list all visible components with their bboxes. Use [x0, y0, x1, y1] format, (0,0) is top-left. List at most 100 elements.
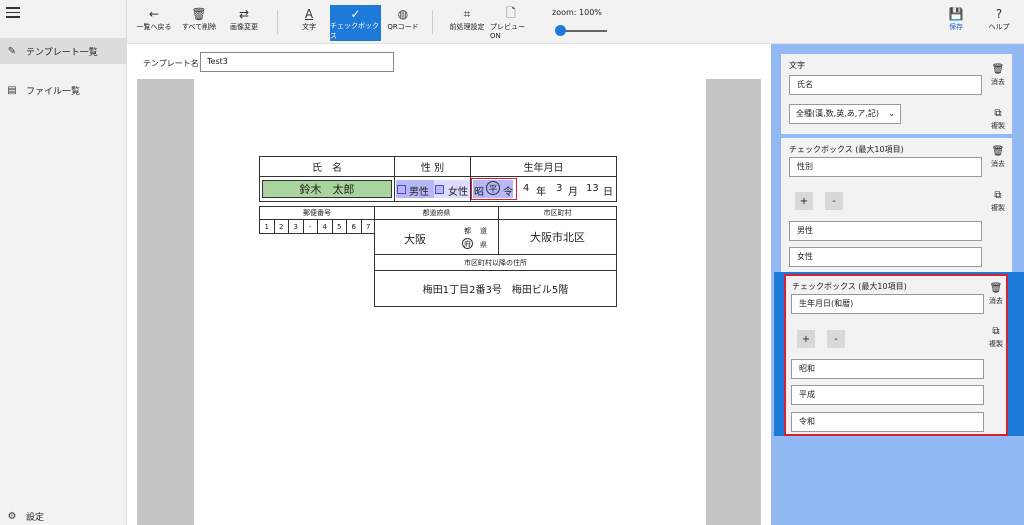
- change-image-button[interactable]: ⇄ 画像変更: [224, 6, 264, 40]
- crop-icon: ⌗: [463, 6, 471, 21]
- postal-digit-box: 1: [259, 219, 275, 234]
- properties-panel: 文字 氏名 全種(漢,数,英,あ,ア,記) ⌄ 🗑 消去 ⧉ 複製 チェックボックス…: [771, 44, 1024, 525]
- template-name-input[interactable]: Test3: [200, 52, 394, 72]
- nav-item-label: 設定: [26, 512, 45, 523]
- save-button[interactable]: 💾 保存: [945, 6, 967, 40]
- text-field-card[interactable]: 文字 氏名 全種(漢,数,英,あ,ア,記) ⌄ 🗑 消去 ⧉ 複製: [781, 54, 1012, 134]
- remove-item-button[interactable]: -: [827, 330, 845, 348]
- trash-icon: 🗑: [991, 146, 1005, 157]
- chevron-down-icon: ⌄: [888, 109, 895, 118]
- nav-item-label: テンプレート一覧: [26, 47, 98, 58]
- save-icon: 💾: [948, 7, 964, 21]
- suffix-ken: 県: [480, 241, 487, 249]
- postal-digit-box: 5: [331, 219, 347, 234]
- arrow-left-icon: ←: [148, 7, 160, 21]
- preprocess-button[interactable]: ⌗ 前処理設定: [445, 6, 489, 40]
- birth-month: 3: [556, 183, 563, 194]
- header-city: 市区町村: [498, 206, 617, 220]
- delete-button[interactable]: 🗑 消去: [986, 64, 1010, 87]
- delete-button[interactable]: 🗑 消去: [984, 283, 1008, 306]
- copy-icon: ⧉: [994, 108, 1002, 119]
- form-page[interactable]: 氏 名 性 別 生年月日 鈴木 太郎 男性 女性 昭 平 令 4 年 3 月 1…: [194, 79, 706, 525]
- suffix-to: 都: [464, 227, 471, 235]
- copy-button[interactable]: ⧉ 複製: [984, 326, 1008, 349]
- preview-button[interactable]: 🗋 プレビューON: [490, 6, 532, 41]
- day-unit: 日: [603, 187, 613, 198]
- era-heisei-circled: 平: [486, 181, 500, 195]
- header-postal: 郵便番号: [259, 206, 375, 220]
- postal-digit-box: -: [302, 219, 318, 234]
- header-address: 市区町村以降の住所: [374, 254, 617, 271]
- nav-item-template-list[interactable]: ✎ テンプレート一覧: [0, 38, 127, 64]
- swap-icon: ⇄: [238, 7, 250, 21]
- copy-button[interactable]: ⧉ 複製: [986, 108, 1010, 131]
- name-field-value[interactable]: 鈴木 太郎: [262, 180, 392, 198]
- header-pref: 都道府県: [374, 206, 499, 220]
- birth-day: 13: [586, 183, 599, 194]
- zoom-slider-thumb[interactable]: [555, 25, 566, 36]
- male-label: 男性: [409, 187, 429, 198]
- add-item-button[interactable]: +: [795, 192, 813, 210]
- template-name-label: テンプレート名：: [143, 59, 207, 68]
- header-name: 氏 名: [259, 156, 395, 177]
- back-button[interactable]: ← 一覧へ戻る: [135, 6, 173, 40]
- template-list-icon: ✎: [7, 45, 17, 57]
- add-item-button[interactable]: +: [797, 330, 815, 348]
- zoom-slider-track[interactable]: [559, 30, 607, 32]
- checkbox-tool-button[interactable]: ✓ チェックボックス: [330, 5, 381, 41]
- city-value: 大阪市北区: [498, 219, 617, 255]
- help-icon: ?: [995, 7, 1003, 21]
- copy-icon: ⧉: [994, 190, 1002, 201]
- address-value: 梅田1丁目2番3号 梅田ビル5階: [374, 270, 617, 307]
- delete-button[interactable]: 🗑 消去: [986, 146, 1010, 169]
- toolbar-divider: [432, 10, 433, 34]
- remove-item-button[interactable]: -: [825, 192, 843, 210]
- gender-checkbox-card[interactable]: チェックボックス (最大10項目) 性別 + - 男性 女性 🗑 消去 ⧉ 複製: [781, 138, 1012, 272]
- checkbox-item-input[interactable]: 昭和: [791, 359, 984, 379]
- checkbox-item-input[interactable]: 令和: [791, 412, 984, 432]
- toolbar-divider: [277, 10, 278, 34]
- era-reiwa: 令: [503, 187, 513, 198]
- era-showa: 昭: [474, 187, 484, 198]
- female-checkbox[interactable]: [435, 185, 444, 194]
- char-type-select[interactable]: 全種(漢,数,英,あ,ア,記) ⌄: [789, 104, 901, 124]
- postal-digit-box: 2: [273, 219, 289, 234]
- pref-value: 大阪: [404, 233, 426, 246]
- qr-tool-button[interactable]: ◍ QRコード: [385, 6, 421, 40]
- month-unit: 月: [568, 187, 578, 198]
- checkbox-item-input[interactable]: 女性: [789, 247, 982, 267]
- trash-icon: 🗑: [989, 283, 1003, 294]
- nav-item-file-list[interactable]: ▤ ファイル一覧: [0, 77, 127, 103]
- hamburger-menu-icon[interactable]: [6, 7, 20, 19]
- toolbar: ← 一覧へ戻る 🗑 すべて削除 ⇄ 画像変更 A 文字 ✓ チェックボックス ◍…: [127, 0, 1024, 44]
- left-nav: ✎ テンプレート一覧 ▤ ファイル一覧 ⚙ 設定: [0, 0, 127, 525]
- suffix-fu-circled: 府: [462, 238, 473, 249]
- copy-icon: ⧉: [992, 326, 1000, 337]
- copy-button[interactable]: ⧉ 複製: [986, 190, 1010, 213]
- file-list-icon: ▤: [7, 84, 17, 96]
- field-name-input[interactable]: 性別: [789, 157, 982, 177]
- header-birth: 生年月日: [470, 156, 617, 177]
- card-title: チェックボックス (最大10項目): [792, 282, 907, 291]
- male-checkbox[interactable]: [397, 185, 406, 194]
- help-button[interactable]: ? ヘルプ: [987, 6, 1011, 40]
- postal-digit-box: 3: [288, 219, 304, 234]
- text-icon: A: [304, 7, 314, 21]
- year-unit: 年: [536, 187, 546, 198]
- text-tool-button[interactable]: A 文字: [294, 6, 324, 40]
- card-title: チェックボックス (最大10項目): [789, 145, 904, 154]
- trash-icon: 🗑: [191, 7, 207, 21]
- card-title: 文字: [789, 61, 805, 70]
- delete-all-button[interactable]: 🗑 すべて削除: [179, 6, 219, 40]
- suffix-michi: 道: [480, 227, 487, 235]
- birth-checkbox-card[interactable]: チェックボックス (最大10項目) 生年月日(和暦) + - 昭和 平成 令和 …: [784, 274, 1008, 436]
- field-name-input[interactable]: 氏名: [789, 75, 982, 95]
- checkbox-item-input[interactable]: 平成: [791, 385, 984, 405]
- checkbox-item-input[interactable]: 男性: [789, 221, 982, 241]
- nav-item-settings[interactable]: ⚙ 設定: [0, 503, 127, 525]
- postal-digit-box: 6: [346, 219, 362, 234]
- nav-item-label: ファイル一覧: [26, 86, 81, 97]
- birth-year: 4: [523, 183, 530, 194]
- field-name-input[interactable]: 生年月日(和暦): [791, 294, 984, 314]
- postal-digit-box: 4: [317, 219, 333, 234]
